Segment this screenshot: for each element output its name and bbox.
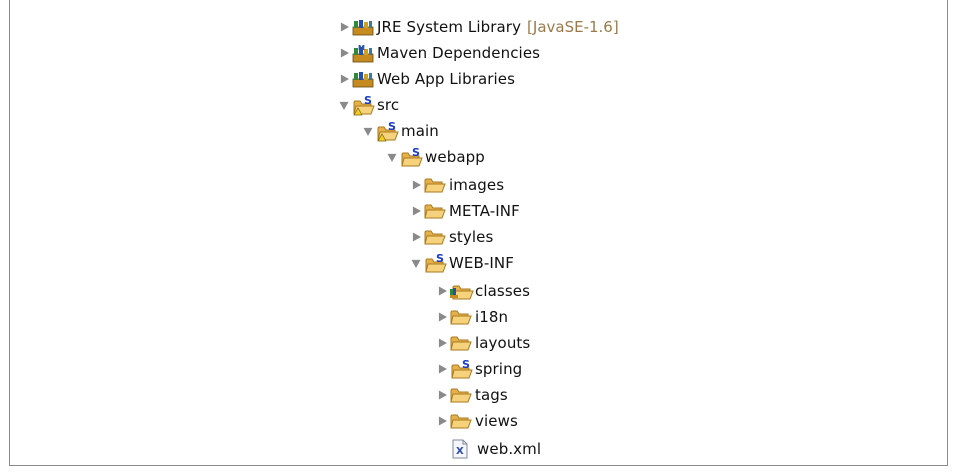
jre-version-decoration: [JavaSE-1.6] [527, 18, 619, 36]
tree-item-webapp[interactable]: S webapp [384, 144, 485, 170]
tree-item-web-app-libraries[interactable]: Web App Libraries [336, 66, 515, 92]
tree-item-main[interactable]: S main [360, 118, 439, 144]
project-tree: JRE System Library [JavaSE-1.6] M Maven … [0, 0, 959, 476]
svg-text:S: S [364, 94, 372, 107]
tree-item-label: Maven Dependencies [377, 44, 541, 62]
expand-arrow-icon[interactable] [434, 304, 450, 330]
tree-item-label: WEB-INF [449, 254, 514, 272]
tree-item-i18n[interactable]: i18n [434, 304, 508, 330]
svg-text:M: M [358, 44, 365, 52]
tree-item-label: spring [475, 360, 523, 378]
spring-folder-icon: S [450, 358, 474, 380]
collapse-arrow-icon[interactable] [408, 250, 424, 276]
tree-item-layouts[interactable]: layouts [434, 330, 530, 356]
tree-item-label: styles [449, 228, 494, 246]
tree-item-web-inf[interactable]: S WEB-INF [408, 250, 514, 276]
tree-item-jre-system-library[interactable]: JRE System Library [JavaSE-1.6] [336, 14, 619, 40]
collapse-arrow-icon[interactable] [384, 144, 400, 170]
expand-arrow-icon[interactable] [434, 382, 450, 408]
svg-text:S: S [462, 358, 470, 371]
library-icon [352, 68, 376, 90]
spring-folder-warning-icon: S [376, 120, 400, 142]
folder-icon [450, 306, 474, 328]
xml-file-icon: X [450, 438, 476, 460]
expand-arrow-icon[interactable] [408, 224, 424, 250]
tree-item-label: images [449, 176, 505, 194]
svg-text:X: X [456, 446, 464, 457]
tree-item-label: JRE System Library [377, 18, 522, 36]
library-icon [352, 16, 376, 38]
spring-folder-icon: S [424, 252, 448, 274]
tree-item-tags[interactable]: tags [434, 382, 508, 408]
tree-item-src[interactable]: S src [336, 92, 399, 118]
tree-item-web-xml[interactable]: X web.xml [450, 436, 541, 462]
folder-icon [424, 226, 448, 248]
spring-folder-icon: S [400, 146, 424, 168]
tree-item-label: src [377, 96, 400, 114]
maven-library-icon: M [352, 42, 376, 64]
folder-icon [424, 174, 448, 196]
tree-item-label: layouts [475, 334, 531, 352]
folder-icon [424, 200, 448, 222]
tree-item-label: classes [475, 282, 530, 300]
svg-text:S: S [412, 146, 420, 159]
expand-arrow-icon[interactable] [434, 408, 450, 434]
expand-arrow-icon[interactable] [408, 198, 424, 224]
expand-arrow-icon[interactable] [434, 330, 450, 356]
spring-folder-warning-icon: S [352, 94, 376, 116]
tree-item-label: main [401, 122, 439, 140]
folder-icon [450, 410, 474, 432]
svg-text:S: S [436, 252, 444, 265]
folder-icon [450, 332, 474, 354]
tree-item-label: Web App Libraries [377, 70, 516, 88]
collapse-arrow-icon[interactable] [336, 92, 352, 118]
tree-item-classes[interactable]: classes [434, 278, 530, 304]
expand-arrow-icon[interactable] [336, 66, 352, 92]
tree-item-label: views [475, 412, 518, 430]
tree-item-maven-dependencies[interactable]: M Maven Dependencies [336, 40, 540, 66]
expand-arrow-icon[interactable] [408, 172, 424, 198]
tree-item-label: META-INF [449, 202, 520, 220]
tree-item-label: webapp [425, 148, 485, 166]
tree-item-label: i18n [475, 308, 509, 326]
tree-item-spring[interactable]: S spring [434, 356, 522, 382]
svg-text:S: S [388, 120, 396, 133]
expand-arrow-icon[interactable] [434, 356, 450, 382]
expand-arrow-icon[interactable] [336, 14, 352, 40]
tree-item-images[interactable]: images [408, 172, 504, 198]
tree-item-views[interactable]: views [434, 408, 518, 434]
tree-item-styles[interactable]: styles [408, 224, 493, 250]
collapse-arrow-icon[interactable] [360, 118, 376, 144]
classes-folder-icon [450, 280, 474, 302]
tree-item-label: web.xml [477, 440, 542, 458]
folder-icon [450, 384, 474, 406]
tree-item-meta-inf[interactable]: META-INF [408, 198, 520, 224]
expand-arrow-icon[interactable] [434, 278, 450, 304]
expand-arrow-icon[interactable] [336, 40, 352, 66]
tree-item-label: tags [475, 386, 508, 404]
